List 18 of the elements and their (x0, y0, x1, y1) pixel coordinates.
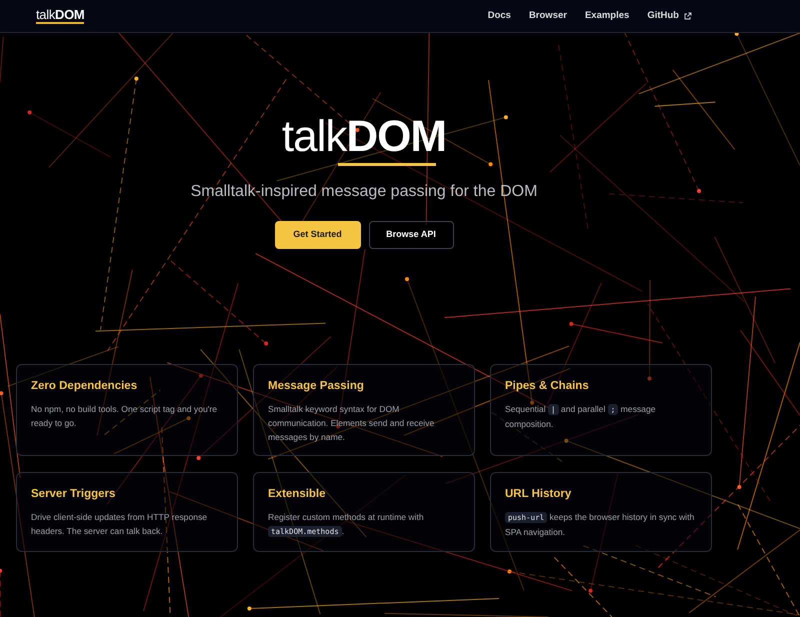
feature-title: Extensible (268, 488, 327, 502)
nav-link[interactable]: Docs (488, 8, 511, 24)
browse-api-button[interactable]: Browse API (368, 221, 454, 249)
feature-title: Server Triggers (31, 488, 116, 502)
feature-title: Pipes & Chains (505, 380, 590, 394)
nav-link[interactable]: Examples (584, 8, 630, 24)
nav-link[interactable]: Browser (528, 8, 567, 24)
feature-title: Message Passing (268, 380, 365, 394)
logo[interactable]: talkDOM (36, 8, 84, 24)
external-link-icon (684, 12, 692, 20)
feature-description: Smalltalk keyword syntax for DOM communication. Elements send and receive messages by name. (268, 402, 436, 444)
get-started-button[interactable]: Get Started (274, 221, 360, 249)
hero-title: talkDOM (282, 115, 446, 159)
feature-title: Zero Dependencies (31, 380, 138, 394)
feature-title: URL History (505, 488, 572, 502)
nav-link[interactable]: GitHub (647, 8, 692, 24)
feature-description: No npm, no build tools. One script tag and you're ready to go. (31, 402, 218, 430)
feature-description: Drive client-side updates from HTTP response headers. The server can talk back. (31, 510, 208, 538)
